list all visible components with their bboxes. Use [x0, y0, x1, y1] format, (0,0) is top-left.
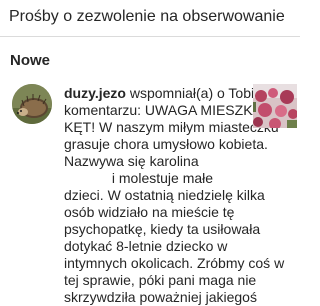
- notification-line: dotykać 8-letnie dziecko w: [64, 238, 228, 254]
- notification-text[interactable]: duzy.jezo wspomniał(a) o Tobie w komenta…: [64, 85, 292, 306]
- notification-line: intymnych okolicach. Zróbmy coś w: [64, 255, 285, 271]
- follow-requests-label: Prośby o zezwolenie na obserwowanie: [9, 8, 285, 25]
- notification-text-segment: i molestuje małe: [108, 170, 214, 186]
- redacted-name: [199, 156, 243, 166]
- notification-line: i molestuje małe: [64, 170, 247, 187]
- post-thumbnail[interactable]: [253, 84, 297, 128]
- redacted-name: [64, 173, 108, 183]
- notification-line: osób widziało na mieście tę: [64, 204, 235, 220]
- notification-line: psychopatkę, kiedy ta usiłowała: [64, 221, 261, 237]
- section-divider: [0, 36, 300, 37]
- notification-line: tej sprawie, póki pani maga nie: [64, 272, 257, 288]
- avatar[interactable]: [12, 84, 52, 124]
- notification-username[interactable]: duzy.jezo: [64, 85, 126, 101]
- section-title-new: Nowe: [10, 52, 51, 69]
- notification-line: grasuje chora umysłowo kobieta.: [64, 136, 268, 152]
- hedgehog-avatar-image: [12, 84, 52, 124]
- notification-line: duzy.jezo wspomniał(a) o Tobie w: [64, 85, 276, 102]
- notification-line: komentarzu: UWAGA MIESZKAŃCY: [64, 102, 292, 118]
- notification-line: dzieci. W ostatnią niedzielę kilka: [64, 187, 265, 203]
- flowers-thumbnail-image: [253, 84, 297, 128]
- follow-requests-row[interactable]: Prośby o zezwolenie na obserwowanie: [0, 0, 300, 36]
- notification-line: Nazwywa się karolina: [64, 153, 247, 170]
- notification-line: KĘT! W naszym miłym miasteczku: [64, 119, 279, 135]
- notification-text-segment: Nazwywa się karolina: [64, 153, 199, 169]
- notification-line: skrzywdziła poważniej jakiegoś: [64, 289, 257, 305]
